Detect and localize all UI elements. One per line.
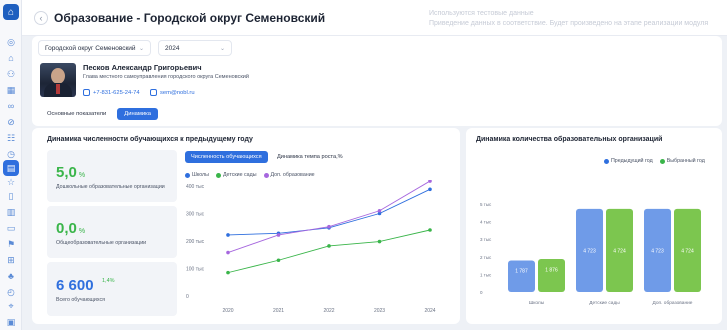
chevron-down-icon: ⌄ xyxy=(138,45,144,52)
legend-item-previous-year: Предыдущий год xyxy=(604,158,653,164)
series-line-2 xyxy=(227,180,431,253)
chevron-left-icon: ‹ xyxy=(39,13,43,23)
bar xyxy=(508,260,535,292)
y-tick-label: 3 тыс xyxy=(480,237,492,242)
legend-item-schools: Школы xyxy=(185,172,209,178)
chart-icon[interactable]: ▦ xyxy=(5,84,17,96)
y-tick-label: 2 тыс xyxy=(480,255,492,260)
data-point xyxy=(327,244,331,248)
bar-value-label: 4 724 xyxy=(681,248,694,254)
data-point xyxy=(428,228,432,232)
person-photo xyxy=(40,63,76,97)
y-tick-label: 4 тыс xyxy=(480,220,492,225)
category-label: Детские сады xyxy=(589,300,620,306)
legend-item-selected-year: Выбранный год xyxy=(659,158,705,164)
person-name: Песков Александр Григорьевич xyxy=(83,63,202,72)
main-tabs: Основные показатели Динамика xyxy=(40,107,162,121)
calendar-icon[interactable]: ▣ xyxy=(5,316,17,328)
people-icon[interactable]: ☷ xyxy=(5,132,17,144)
city-icon[interactable]: ⊞ xyxy=(5,254,17,266)
mail-icon xyxy=(150,89,157,96)
clock-icon[interactable]: ◷ xyxy=(5,148,17,160)
chip-growth-rate[interactable]: Динамика темпа роста,% xyxy=(271,151,349,163)
data-point xyxy=(276,258,281,263)
line-chart-legend: Школы Детские сады Доп. образование xyxy=(185,172,322,178)
legend-item-kindergartens: Детские сады xyxy=(215,172,257,178)
clip-icon[interactable]: ⊘ xyxy=(5,116,17,128)
y-tick-label: 400 тыс xyxy=(186,184,205,190)
data-point xyxy=(377,208,382,213)
y-tick-label: 0 xyxy=(186,294,189,300)
app-logo-icon[interactable]: ⌂ xyxy=(3,4,19,20)
y-tick-label: 200 тыс xyxy=(186,239,205,245)
bar-value-label: 4 724 xyxy=(613,248,626,254)
bar xyxy=(538,258,565,292)
flag-icon[interactable]: ⚑ xyxy=(5,238,17,250)
compass-icon[interactable]: ⌖ xyxy=(5,300,17,312)
x-tick-label: 2024 xyxy=(424,308,435,314)
tab-main-indicators[interactable]: Основные показатели xyxy=(40,108,113,120)
data-point xyxy=(428,180,432,183)
page-title: Образование - Городской округ Семеновски… xyxy=(54,11,326,25)
book-icon[interactable]: ▤ xyxy=(3,160,19,176)
orgs-card-title: Динамика количества образовательных орга… xyxy=(476,136,663,143)
kpi-general-schools: 0,0% Общеобразовательные организации xyxy=(47,206,177,258)
district-select[interactable]: Городской округ Семеновский ⌄ xyxy=(38,40,151,56)
layers-icon[interactable]: ▭ xyxy=(5,222,17,234)
data-point xyxy=(226,233,230,237)
chevron-down-icon: ⌄ xyxy=(219,45,225,52)
data-point xyxy=(327,224,331,229)
person-role: Глава местного самоуправления городского… xyxy=(83,74,249,80)
bar-value-label: 4 723 xyxy=(583,248,596,254)
data-point xyxy=(377,239,382,244)
phone-icon xyxy=(83,89,90,96)
orgs-bar-chart: 0 1 тыс 2 тыс 3 тыс 4 тыс 5 тыс 1 787 1 876 Школ… xyxy=(480,202,701,306)
building-icon[interactable]: ▥ xyxy=(5,206,17,218)
home-icon[interactable]: ◎ xyxy=(5,36,17,48)
series-line-1 xyxy=(227,229,431,274)
students-line-chart: 0 100 тыс 200 тыс 300 тыс 400 тыс 2020 2021 202… xyxy=(186,180,436,314)
bar-value-label: 1 876 xyxy=(545,267,558,273)
kpi-preschool: 5,0% Дошкольные образовательные организа… xyxy=(47,150,177,202)
tree-icon[interactable]: ♣ xyxy=(5,270,17,282)
phone-link[interactable]: +7-831-625-24-74 xyxy=(83,89,140,96)
sidebar: ⌂ ◎ ⌂ ⚇ ▦ ∞ ⊘ ☷ ◷ ▤ ☆ ▯ ▥ ▭ ⚑ ⊞ ♣ ◴ ⌖ ▣ xyxy=(0,0,22,330)
tab-dynamics[interactable]: Динамика xyxy=(117,108,158,120)
x-tick-label: 2021 xyxy=(273,308,284,314)
year-select[interactable]: 2024 ⌄ xyxy=(158,40,232,56)
category-label: Доп. образование xyxy=(653,300,693,306)
legend-item-additional-education: Доп. образование xyxy=(263,172,315,178)
bar-value-label: 1 787 xyxy=(515,268,528,274)
page-header: ‹ Образование - Городской округ Семеновс… xyxy=(22,0,727,36)
y-tick-label: 0 xyxy=(480,290,483,295)
users-icon[interactable]: ⚇ xyxy=(5,68,17,80)
bank-icon[interactable]: ⌂ xyxy=(5,52,17,64)
demo-data-notice: Используются тестовые данные Приведение … xyxy=(429,10,709,27)
x-tick-label: 2022 xyxy=(323,308,334,314)
star-icon[interactable]: ☆ xyxy=(5,176,17,188)
kpi-total-students: 6 600 1,4% Всего обучающихся xyxy=(47,262,177,316)
y-tick-label: 100 тыс xyxy=(186,267,205,273)
file-icon[interactable]: ▯ xyxy=(5,190,17,202)
bar-value-label: 4 723 xyxy=(651,248,664,254)
y-tick-label: 1 тыс xyxy=(480,272,492,277)
x-tick-label: 2023 xyxy=(374,308,385,314)
email-link[interactable]: sem@nobl.ru xyxy=(150,89,195,96)
chip-students-count[interactable]: Численность обучающихся xyxy=(185,151,268,163)
category-label: Школы xyxy=(529,300,545,306)
link-icon[interactable]: ∞ xyxy=(5,100,17,112)
bar-chart-legend: Предыдущий год Выбранный год xyxy=(604,158,705,164)
y-tick-label: 5 тыс xyxy=(480,202,492,207)
data-point xyxy=(276,233,281,237)
back-button[interactable]: ‹ xyxy=(34,11,48,25)
data-point xyxy=(428,187,432,192)
y-tick-label: 300 тыс xyxy=(186,212,205,218)
data-point xyxy=(226,270,230,275)
data-point xyxy=(226,250,230,255)
x-tick-label: 2020 xyxy=(222,308,233,314)
students-card-title: Динамика численности обучающихся к преды… xyxy=(47,136,253,143)
timer-icon[interactable]: ◴ xyxy=(5,286,17,298)
